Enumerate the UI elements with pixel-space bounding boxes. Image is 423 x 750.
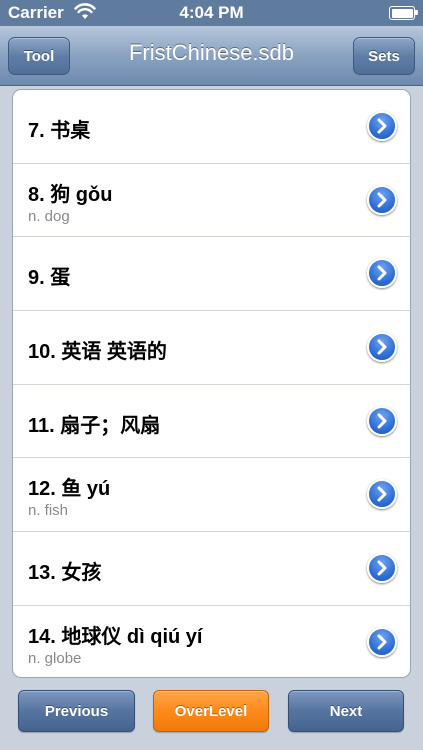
list-item-title: 11. 扇子；风扇 — [28, 414, 161, 437]
navigation-bar: Tool FristChinese.sdb Sets — [0, 26, 423, 86]
next-button[interactable]: Next — [288, 690, 404, 732]
list-item-subtitle: n. globe — [28, 649, 82, 667]
list-item[interactable]: 12. 鱼 yú n. fish — [13, 458, 410, 533]
chevron-right-icon[interactable] — [367, 553, 397, 584]
chevron-right-icon[interactable] — [367, 405, 397, 436]
list-item-subtitle: n. fish — [28, 502, 69, 520]
list-item-subtitle: n. dog — [28, 207, 70, 225]
chevron-right-icon[interactable] — [367, 479, 397, 510]
chevron-right-icon[interactable] — [367, 332, 397, 363]
previous-button[interactable]: Previous — [18, 690, 135, 732]
list-item-title: 14. 地球仪 dì qiú yí — [28, 625, 203, 648]
list-item[interactable]: 11. 扇子；风扇 — [13, 385, 410, 459]
list-item-title: 9. 蛋 — [28, 267, 71, 290]
word-list: 7. 书桌 8. 狗 gǒu n. dog 9. 蛋 10. 英语 英语的 11… — [12, 89, 411, 678]
list-item[interactable]: 13. 女孩 — [13, 532, 410, 606]
list-item-title: 13. 女孩 — [28, 562, 102, 585]
list-item[interactable]: 8. 狗 gǒu n. dog — [13, 164, 410, 238]
chevron-right-icon[interactable] — [367, 626, 397, 657]
list-item-title: 7. 书桌 — [28, 120, 91, 142]
chevron-right-icon[interactable] — [367, 258, 397, 289]
list-item-title: 10. 英语 英语的 — [28, 341, 167, 364]
chevron-right-icon[interactable] — [367, 184, 397, 215]
list-item[interactable]: 7. 书桌 — [13, 90, 410, 164]
overlevel-button[interactable]: OverLevel — [153, 690, 269, 732]
list-item-title: 8. 狗 gǒu — [28, 183, 113, 206]
status-bar: Carrier 4:04 PM — [0, 0, 423, 26]
list-item-title: 12. 鱼 yú — [28, 478, 111, 501]
list-item[interactable]: 14. 地球仪 dì qiú yí n. globe — [13, 606, 410, 677]
list-item[interactable]: 9. 蛋 — [13, 237, 410, 312]
bottom-toolbar: Previous OverLevel Next — [0, 682, 423, 750]
battery-icon — [389, 6, 418, 20]
chevron-right-icon[interactable] — [367, 111, 397, 141]
sets-button[interactable]: Sets — [353, 37, 415, 75]
list-item[interactable]: 10. 英语 英语的 — [13, 311, 410, 385]
clock: 4:04 PM — [179, 3, 244, 22]
